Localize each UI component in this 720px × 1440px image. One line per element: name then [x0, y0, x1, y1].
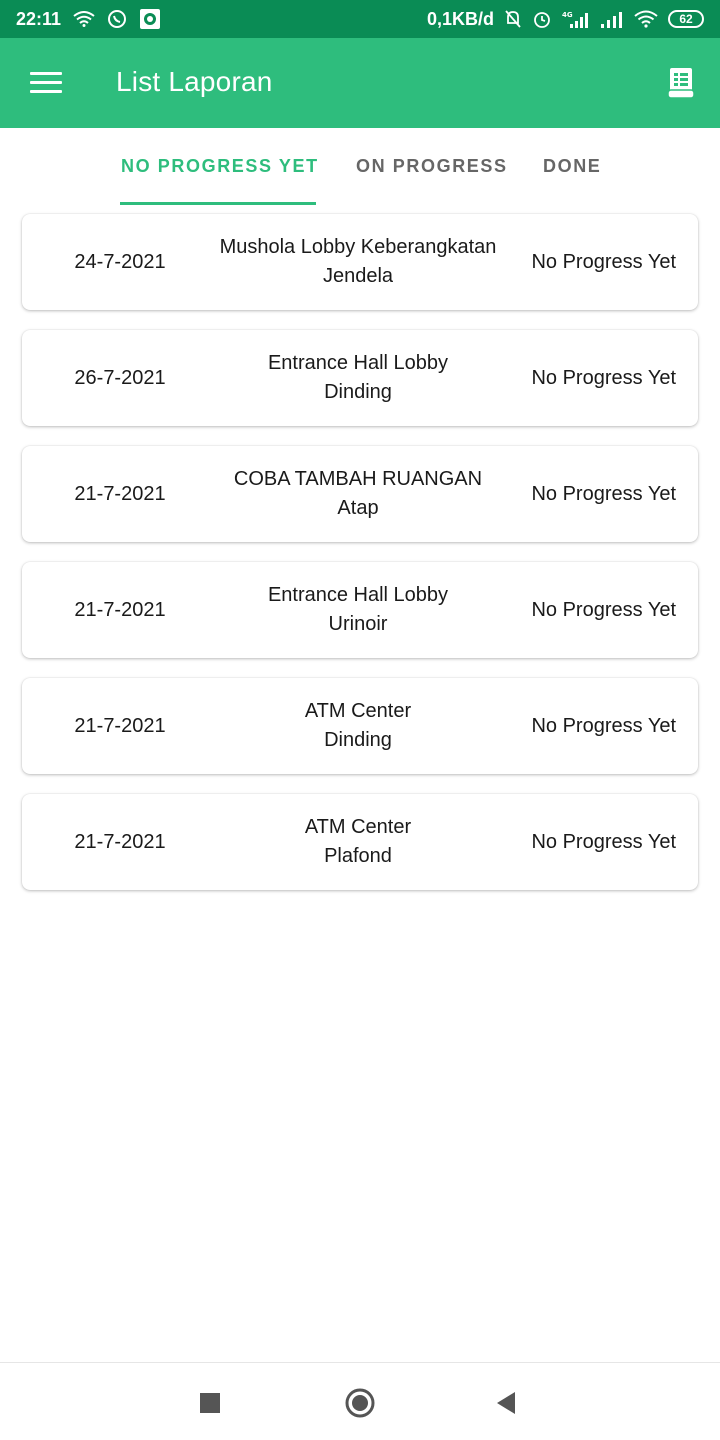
system-nav-bar — [0, 1362, 720, 1440]
report-item: Dinding — [324, 381, 392, 403]
tab-indicator — [120, 202, 316, 205]
tab-bar: NO PROGRESS YET ON PROGRESS DONE — [0, 128, 720, 206]
report-status: No Progress Yet — [531, 830, 676, 853]
report-list: 24-7-2021 Mushola Lobby Keberangkatan Je… — [22, 214, 698, 910]
signal-4g-icon: 4G — [562, 10, 590, 28]
report-date: 21-7-2021 — [74, 830, 166, 853]
report-card[interactable]: 21-7-2021 COBA TAMBAH RUANGAN Atap No Pr… — [22, 446, 698, 542]
report-location: ATM Center — [304, 700, 412, 722]
report-status: No Progress Yet — [531, 482, 676, 505]
report-location-block: ATM Center Dinding — [208, 678, 508, 774]
report-date: 24-7-2021 — [74, 250, 166, 273]
wifi-icon — [73, 11, 95, 27]
battery-level: 62 — [679, 12, 693, 26]
report-location: Entrance Hall Lobby — [267, 352, 449, 374]
mute-bell-icon — [504, 9, 522, 29]
report-document-icon[interactable] — [666, 66, 696, 100]
report-status: No Progress Yet — [531, 714, 676, 737]
report-card[interactable]: 21-7-2021 Entrance Hall Lobby Urinoir No… — [22, 562, 698, 658]
screen-record-icon — [139, 8, 161, 30]
report-status: No Progress Yet — [531, 366, 676, 389]
report-location-block: Mushola Lobby Keberangkatan Jendela — [208, 214, 508, 310]
tab-no-progress-yet[interactable]: NO PROGRESS YET — [121, 156, 319, 177]
report-location-block: COBA TAMBAH RUANGAN Atap — [208, 446, 508, 542]
report-item: Dinding — [324, 729, 392, 751]
signal-icon — [600, 10, 624, 28]
tab-on-progress[interactable]: ON PROGRESS — [356, 156, 508, 177]
report-location: Mushola Lobby Keberangkatan — [219, 236, 497, 258]
report-card[interactable]: 24-7-2021 Mushola Lobby Keberangkatan Je… — [22, 214, 698, 310]
status-left: 22:11 — [16, 8, 161, 30]
report-location-block: ATM Center Plafond — [208, 794, 508, 890]
report-status: No Progress Yet — [531, 250, 676, 273]
app-bar: List Laporan — [0, 38, 720, 128]
battery-icon: 62 — [668, 10, 704, 28]
report-card[interactable]: 21-7-2021 ATM Center Dinding No Progress… — [22, 678, 698, 774]
report-date: 21-7-2021 — [74, 482, 166, 505]
report-location: ATM Center — [304, 816, 412, 838]
report-item: Plafond — [324, 845, 392, 867]
hamburger-menu-icon[interactable] — [30, 72, 62, 94]
network-speed: 0,1KB/d — [426, 8, 494, 29]
back-triangle-icon[interactable] — [488, 1385, 524, 1421]
report-location: COBA TAMBAH RUANGAN — [233, 468, 483, 490]
report-date: 21-7-2021 — [74, 598, 166, 621]
status-time: 22:11 — [16, 8, 62, 29]
report-location-block: Entrance Hall Lobby Dinding — [208, 330, 508, 426]
status-right: 0,1KB/d 4G 62 — [427, 9, 704, 30]
report-date: 26-7-2021 — [74, 366, 166, 389]
report-status: No Progress Yet — [531, 598, 676, 621]
report-item: Urinoir — [328, 613, 388, 635]
report-date: 21-7-2021 — [74, 714, 166, 737]
report-item: Jendela — [322, 265, 394, 287]
report-card[interactable]: 21-7-2021 ATM Center Plafond No Progress… — [22, 794, 698, 890]
report-location-block: Entrance Hall Lobby Urinoir — [208, 562, 508, 658]
tab-done[interactable]: DONE — [543, 156, 601, 177]
page-title: List Laporan — [116, 66, 273, 97]
report-card[interactable]: 26-7-2021 Entrance Hall Lobby Dinding No… — [22, 330, 698, 426]
home-circle-icon[interactable] — [342, 1385, 378, 1421]
whatsapp-icon — [107, 9, 127, 29]
alarm-icon — [532, 9, 552, 29]
svg-text:4G: 4G — [562, 11, 573, 19]
wifi-icon — [634, 10, 658, 28]
recents-square-icon[interactable] — [192, 1385, 228, 1421]
report-location: Entrance Hall Lobby — [267, 584, 449, 606]
status-bar: 22:11 0,1KB/d 4G 62 — [0, 0, 720, 38]
report-item: Atap — [337, 497, 379, 519]
